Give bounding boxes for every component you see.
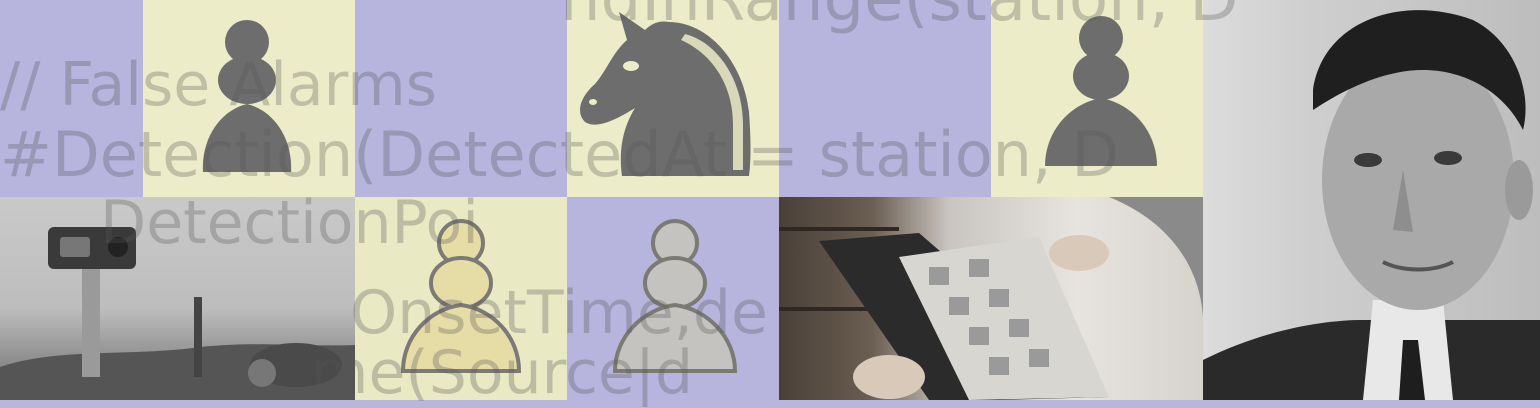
tile-r1c1 (0, 0, 143, 197)
tile-r1c2 (143, 0, 355, 197)
man-portrait-photo (1203, 0, 1540, 400)
reader-with-book-photo (779, 197, 1203, 400)
tile-r1c6 (991, 0, 1203, 197)
tile-r1c4 (567, 0, 779, 197)
pawn-dark-icon (202, 20, 292, 172)
pawn-dark-icon (1045, 16, 1157, 166)
rover-illustration (0, 227, 355, 400)
pawn-light-grey-icon (612, 219, 738, 373)
tile-r2c4 (567, 197, 779, 400)
tile-r2c3 (355, 197, 567, 400)
rover-photo (0, 197, 355, 400)
tile-r1c3 (355, 0, 567, 197)
open-book-illustration (779, 197, 1203, 400)
portrait-illustration (1203, 10, 1540, 400)
pawn-light-yellow-icon (400, 219, 522, 373)
tile-r1c5 (779, 0, 991, 197)
knight-dark-icon (580, 12, 751, 176)
